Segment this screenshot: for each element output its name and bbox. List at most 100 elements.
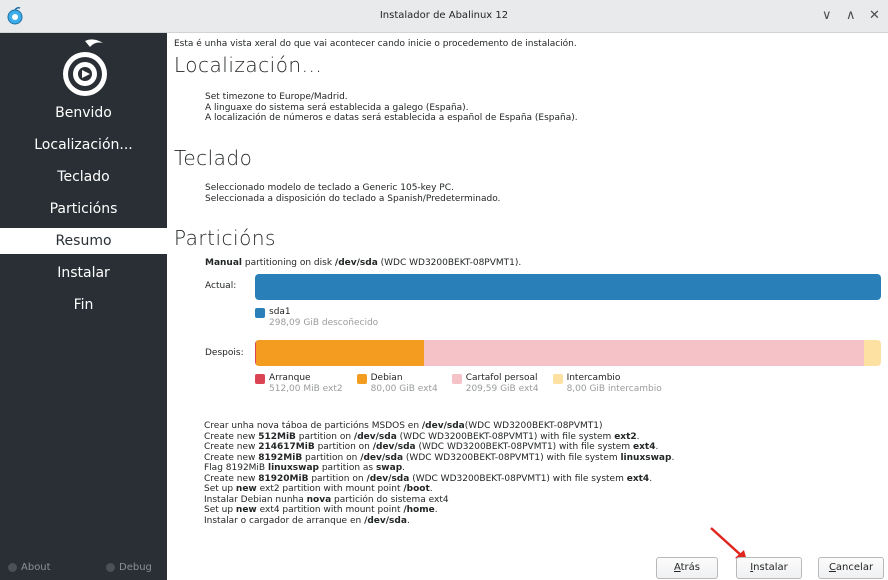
job-text: ext4 partition with mount point bbox=[256, 505, 404, 515]
keyboard-line: Seleccionado modelo de teclado a Generic… bbox=[205, 183, 454, 193]
step-particions: Particións bbox=[49, 201, 118, 217]
localization-line: A localización de números e datas será e… bbox=[205, 113, 578, 123]
localization-box: Set timezone to Europe/Madrid. A linguax… bbox=[174, 87, 888, 132]
keyboard-box: Seleccionado modelo de teclado a Generic… bbox=[174, 178, 888, 213]
back-label: trás bbox=[680, 562, 701, 573]
cancel-button[interactable]: Cancelar bbox=[818, 557, 884, 579]
legend-item: Cartafol persoal 209,59 GiB ext4 bbox=[451, 373, 539, 394]
job-text: Create new bbox=[204, 452, 259, 463]
job-text: . bbox=[636, 431, 640, 442]
distro-logo bbox=[63, 39, 107, 96]
back-button[interactable]: Atrás bbox=[656, 557, 718, 579]
partition-segment bbox=[255, 274, 881, 300]
job-text: /dev/sda bbox=[421, 421, 465, 431]
localization-line: Set timezone to Europe/Madrid. bbox=[205, 92, 348, 102]
partition-name: sda1 bbox=[269, 307, 291, 317]
job-text: new bbox=[235, 484, 257, 494]
partition-name: Arranque bbox=[269, 373, 311, 383]
job-text: partition on bbox=[314, 442, 373, 452]
summary-disk: /dev/sda bbox=[334, 258, 378, 268]
job-line: Create new 214617MiB partition on /dev/s… bbox=[204, 442, 858, 453]
partition-detail: 512,00 MiB ext2 bbox=[269, 384, 343, 394]
cancel-label: ancelar bbox=[835, 562, 874, 573]
job-text: Crear unha nova táboa de particións MSDO… bbox=[204, 421, 422, 431]
job-text: . bbox=[671, 452, 675, 463]
job-text: 512MiB bbox=[258, 431, 296, 442]
job-text: /boot bbox=[403, 484, 430, 494]
current-label: Actual: bbox=[205, 281, 237, 291]
job-text: . bbox=[429, 484, 433, 494]
job-text: new bbox=[235, 505, 257, 515]
job-line: Create new 81920MiB partition on /dev/sd… bbox=[204, 474, 858, 485]
job-text: Set up bbox=[204, 505, 236, 515]
partition-name: Debian bbox=[370, 373, 403, 383]
job-line: Create new 512MiB partition on /dev/sda … bbox=[204, 432, 858, 443]
job-line: Set up new ext4 partition with mount poi… bbox=[204, 505, 858, 516]
job-text: linuxswap bbox=[267, 463, 319, 473]
maximize-button[interactable]: ∧ bbox=[846, 8, 856, 24]
partition-segment bbox=[424, 340, 865, 366]
partition-segment bbox=[864, 340, 881, 366]
job-text: . bbox=[434, 505, 438, 515]
job-line: Set up new ext2 partition with mount poi… bbox=[204, 484, 858, 495]
job-text: (WDC WD3200BEKT-08PVMT1) with file syste… bbox=[396, 431, 615, 442]
back-mnemonic: A bbox=[673, 562, 681, 573]
job-line: Instalar Debian nunha nova partición do … bbox=[204, 495, 858, 506]
job-text: Create new bbox=[204, 431, 259, 442]
partition-name: Intercambio bbox=[566, 373, 621, 383]
minimize-button[interactable]: ∨ bbox=[822, 8, 832, 24]
keyboard-line: Seleccionada a disposición do teclado a … bbox=[205, 193, 501, 204]
job-text: Flag 8192MiB bbox=[204, 463, 268, 473]
summary-text: partitioning on disk bbox=[242, 258, 335, 268]
legend-item: Intercambio 8,00 GiB intercambio bbox=[552, 373, 662, 394]
step-fin: Fin bbox=[73, 297, 94, 313]
job-text: (WDC WD3200BEKT-08PVMT1) with file syste… bbox=[403, 452, 621, 463]
job-text: partition on bbox=[308, 473, 367, 484]
job-text: Instalar Debian nunha bbox=[204, 494, 307, 505]
job-text: . bbox=[649, 473, 653, 484]
partition-summary: Manual partitioning on disk /dev/sda (WD… bbox=[205, 258, 521, 268]
debug-button[interactable]: Debug bbox=[106, 562, 152, 573]
job-text: /home bbox=[403, 505, 435, 515]
close-button[interactable]: ✕ bbox=[869, 8, 880, 24]
after-legend: Arranque 512,00 MiB ext2 Debian 80,00 GiB e… bbox=[255, 373, 662, 394]
job-text: partition as bbox=[318, 463, 376, 473]
job-text: Create new bbox=[204, 442, 259, 452]
job-text: ext4 bbox=[632, 442, 656, 452]
about-button[interactable]: About bbox=[8, 562, 51, 573]
job-text: . bbox=[655, 442, 659, 452]
job-line: Flag 8192MiB linuxswap partition as swap… bbox=[204, 463, 858, 474]
step-benvido: Benvido bbox=[55, 105, 112, 121]
job-list: Crear unha nova táboa de particións MSDO… bbox=[174, 408, 888, 548]
summary-page: Esta é unha vista xeral do que vai acont… bbox=[167, 33, 888, 580]
legend-swatch bbox=[255, 374, 265, 384]
legend-item: Arranque 512,00 MiB ext2 bbox=[255, 373, 343, 394]
job-text: partition on bbox=[302, 452, 361, 463]
install-button[interactable]: Instalar bbox=[736, 557, 802, 579]
keyboard-title: Teclado bbox=[174, 146, 253, 170]
debug-label: Debug bbox=[119, 562, 152, 573]
job-text: (WDC WD3200BEKT-08PVMT1) with file syste… bbox=[409, 473, 627, 484]
job-text: ext4 bbox=[626, 473, 650, 484]
partition-name: Cartafol persoal bbox=[465, 373, 538, 383]
after-label: Despois: bbox=[205, 348, 244, 358]
install-label: nstalar bbox=[753, 562, 788, 573]
after-partition-bar bbox=[255, 340, 881, 366]
job-text: /dev/sda bbox=[372, 442, 416, 452]
about-label: About bbox=[21, 562, 51, 573]
job-text: Create new bbox=[204, 473, 259, 484]
debug-icon bbox=[106, 563, 115, 572]
job-text: ext2 partition with mount point bbox=[256, 484, 404, 494]
job-line: Create new 8192MiB partition on /dev/sda… bbox=[204, 453, 858, 464]
current-partition-bar bbox=[255, 274, 881, 300]
current-legend: sda1 298,09 GiB descoñecido bbox=[255, 307, 378, 328]
legend-swatch bbox=[552, 374, 563, 384]
step-teclado: Teclado bbox=[57, 169, 110, 185]
step-resumo: Resumo bbox=[0, 228, 167, 254]
partition-detail: 209,59 GiB ext4 bbox=[465, 384, 539, 394]
job-text: /dev/sda bbox=[353, 431, 397, 442]
job-text: (WDC WD3200BEKT-08PVMT1) with file syste… bbox=[415, 442, 633, 452]
job-text: 214617MiB bbox=[258, 442, 315, 452]
legend-item: sda1 298,09 GiB descoñecido bbox=[255, 307, 378, 328]
legend-swatch bbox=[255, 308, 265, 318]
